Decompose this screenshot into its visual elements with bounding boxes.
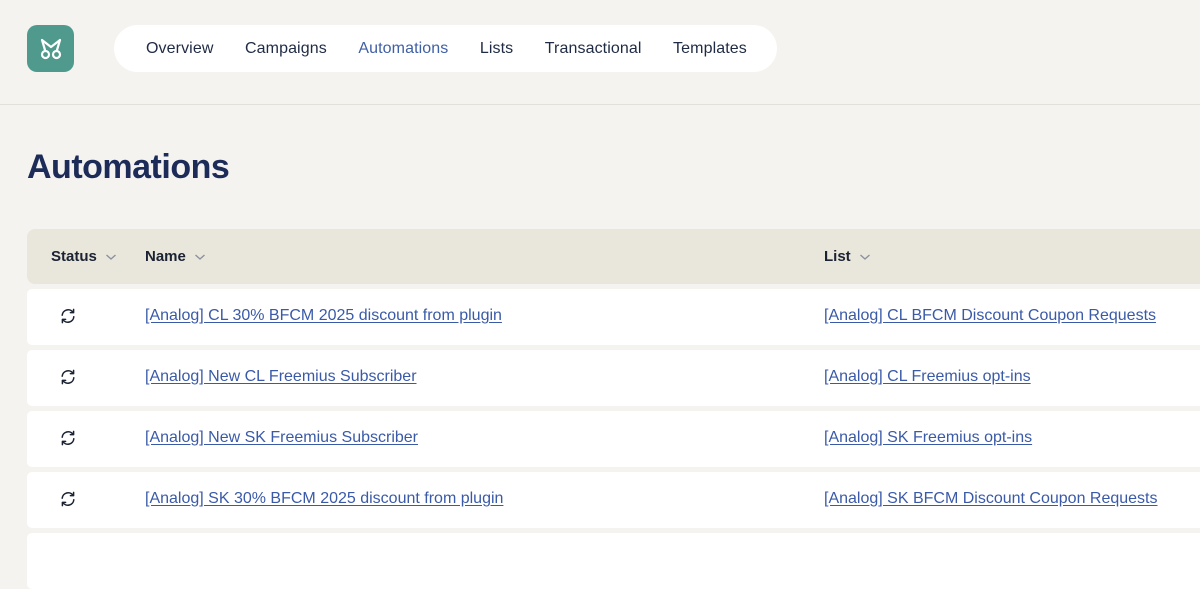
page-title: Automations [27, 148, 230, 186]
logo-icon [40, 38, 61, 59]
list-link[interactable]: [Analog] SK Freemius opt-ins [824, 429, 1032, 447]
chevron-down-icon [194, 254, 205, 260]
table-row[interactable]: [Analog] CL 30% BFCM 2025 discount from … [27, 289, 1200, 345]
automation-name-link[interactable]: [Analog] CL 30% BFCM 2025 discount from … [145, 307, 502, 325]
column-header-name[interactable]: Name [145, 229, 206, 284]
table-row[interactable]: [Analog] New SK Freemius Subscriber [Ana… [27, 411, 1200, 467]
automation-name-link[interactable]: [Analog] SK 30% BFCM 2025 discount from … [145, 490, 503, 508]
table-header: Status Name List [27, 229, 1200, 284]
list-link[interactable]: [Analog] CL BFCM Discount Coupon Request… [824, 307, 1156, 325]
brand-logo[interactable] [27, 25, 74, 72]
nav-overview[interactable]: Overview [146, 40, 213, 58]
column-header-list[interactable]: List [824, 229, 871, 284]
sync-icon [61, 430, 75, 446]
column-header-name-label: Name [145, 248, 186, 265]
column-header-list-label: List [824, 248, 851, 265]
table-row[interactable]: [Analog] SK 30% BFCM 2025 discount from … [27, 472, 1200, 528]
automation-name-link[interactable]: [Analog] New SK Freemius Subscriber [145, 429, 418, 447]
list-link[interactable]: [Analog] CL Freemius opt-ins [824, 368, 1031, 386]
nav-automations[interactable]: Automations [358, 40, 448, 58]
sync-icon [61, 491, 75, 507]
sync-icon [61, 308, 75, 324]
automations-table: Status Name List [Analog] CL 30% BFCM 20… [27, 229, 1200, 589]
nav-transactional[interactable]: Transactional [545, 40, 642, 58]
sync-icon [61, 369, 75, 385]
main-nav: Overview Campaigns Automations Lists Tra… [114, 25, 777, 72]
column-header-status-label: Status [51, 248, 97, 265]
nav-lists[interactable]: Lists [480, 40, 513, 58]
automation-name-link[interactable]: [Analog] New CL Freemius Subscriber [145, 368, 417, 386]
nav-templates[interactable]: Templates [673, 40, 747, 58]
table-row-partial[interactable] [27, 533, 1200, 589]
chevron-down-icon [105, 254, 116, 260]
top-bar: Overview Campaigns Automations Lists Tra… [0, 0, 1200, 105]
nav-campaigns[interactable]: Campaigns [245, 40, 327, 58]
table-row[interactable]: [Analog] New CL Freemius Subscriber [Ana… [27, 350, 1200, 406]
chevron-down-icon [859, 254, 870, 260]
list-link[interactable]: [Analog] SK BFCM Discount Coupon Request… [824, 490, 1158, 508]
column-header-status[interactable]: Status [51, 229, 117, 284]
